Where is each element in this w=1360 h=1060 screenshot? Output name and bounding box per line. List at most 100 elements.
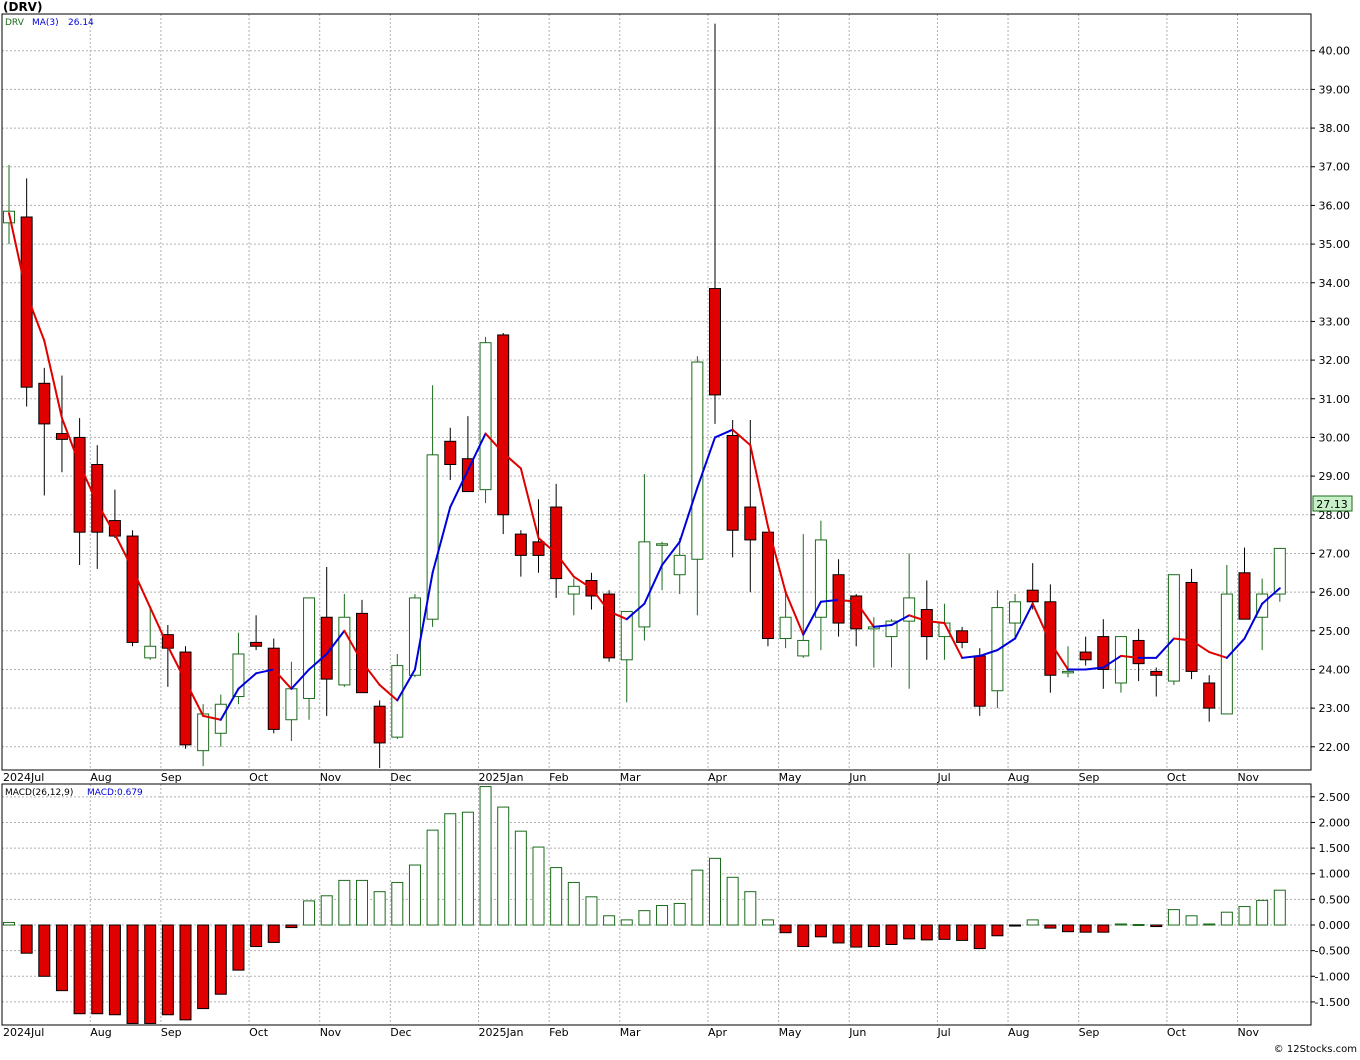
candle-body xyxy=(55,433,68,440)
candle-body xyxy=(726,435,739,531)
price-panel-frame xyxy=(1,13,1312,771)
macd-bar xyxy=(1185,915,1198,926)
candle-body xyxy=(920,609,933,638)
price-tick-label: 35.00 xyxy=(1319,238,1351,251)
macd-x-tick-label: Nov xyxy=(1238,1026,1260,1039)
macd-tick-label: 0.500 xyxy=(1319,893,1351,906)
macd-bar xyxy=(1026,919,1039,926)
macd-bar xyxy=(832,924,845,944)
candle xyxy=(867,617,880,668)
price-x-tick-label: Apr xyxy=(708,771,728,784)
candle xyxy=(179,646,192,749)
price-tick-label: 30.00 xyxy=(1319,431,1351,444)
macd-legend-label: MACD(26,12,9) xyxy=(5,788,73,798)
macd-bar xyxy=(338,879,351,926)
price-tick-label: 26.00 xyxy=(1319,586,1351,599)
price-tick-label: 38.00 xyxy=(1319,122,1351,135)
candle xyxy=(885,619,898,668)
candle-body xyxy=(38,382,51,425)
candle-body xyxy=(567,585,580,595)
candle-body xyxy=(691,361,704,560)
ma-segment xyxy=(802,600,822,636)
macd-x-tick-label: Oct xyxy=(249,1026,269,1039)
price-x-tick-label: 2025Jan xyxy=(479,771,524,784)
macd-bar xyxy=(444,813,457,926)
macd-bar xyxy=(1114,923,1127,926)
macd-x-tick-label: Jul xyxy=(936,1026,950,1039)
candle xyxy=(338,594,351,687)
price-x-tick-label: Sep xyxy=(1079,771,1100,784)
candle xyxy=(73,418,86,566)
macd-bar xyxy=(479,786,492,926)
price-tick-label: 33.00 xyxy=(1319,315,1351,328)
candle xyxy=(797,534,810,658)
candle-body xyxy=(1079,651,1092,661)
price-x-tick-label: 2024Jul xyxy=(3,771,44,784)
candle xyxy=(91,445,104,569)
macd-bar xyxy=(1167,909,1180,926)
candle xyxy=(55,375,68,473)
macd-bar xyxy=(1097,924,1110,933)
macd-bar xyxy=(744,891,757,926)
macd-bar xyxy=(126,924,139,1024)
macd-bar xyxy=(285,924,298,929)
candle-body xyxy=(1150,670,1163,676)
macd-bar xyxy=(232,924,245,971)
candle xyxy=(1044,584,1057,693)
macd-bar xyxy=(267,924,280,943)
candles xyxy=(3,23,1286,769)
candle-body xyxy=(479,342,492,491)
candle xyxy=(1114,636,1127,693)
macd-bar xyxy=(303,900,316,926)
ma-segment xyxy=(519,467,540,539)
macd-tick-label: 1.000 xyxy=(1319,868,1351,881)
price-x-tick-label: Nov xyxy=(320,771,342,784)
candle xyxy=(603,590,616,662)
macd-bar xyxy=(779,924,792,934)
macd-x-tick-label: Sep xyxy=(1079,1026,1100,1039)
candle-body xyxy=(761,531,774,640)
macd-bar xyxy=(73,924,86,1015)
macd-bar xyxy=(991,924,1004,937)
candle-body xyxy=(638,541,651,628)
macd-bar xyxy=(250,924,263,948)
macd-bar xyxy=(532,846,545,926)
price-x-tick-label: Mar xyxy=(620,771,641,784)
candle-body xyxy=(144,645,157,659)
candle xyxy=(726,420,739,558)
watermark: © 12Stocks.com xyxy=(1274,1044,1357,1055)
macd-bar xyxy=(938,924,951,940)
macd-bar xyxy=(656,905,669,926)
macd-bar xyxy=(903,924,916,940)
candle xyxy=(250,615,263,651)
candle xyxy=(832,559,845,637)
macd-x-tick-label: Apr xyxy=(708,1026,728,1039)
candle xyxy=(1203,675,1216,722)
price-x-tick-label: Jul xyxy=(936,771,950,784)
candle-body xyxy=(656,543,669,546)
candle-body xyxy=(1026,589,1039,603)
axis-labels: 22.0023.0024.0025.0026.0027.0028.0029.00… xyxy=(3,45,1350,1039)
macd-bar xyxy=(108,924,121,1016)
candle xyxy=(197,704,210,767)
macd-bar xyxy=(144,924,157,1024)
macd-bar xyxy=(850,924,863,948)
candle-body xyxy=(285,688,298,721)
price-tick-label: 31.00 xyxy=(1319,393,1351,406)
candle xyxy=(1132,628,1145,682)
macd-x-tick-label: Aug xyxy=(1008,1026,1029,1039)
candle-body xyxy=(179,651,192,746)
price-x-tick-label: Aug xyxy=(1008,771,1029,784)
candle-body xyxy=(797,639,810,657)
candle xyxy=(285,661,298,741)
price-x-tick-label: Nov xyxy=(1238,771,1260,784)
candle-body xyxy=(1238,572,1251,620)
price-x-tick-label: Aug xyxy=(90,771,111,784)
price-tick-label: 27.00 xyxy=(1319,547,1351,560)
macd-bar xyxy=(550,867,563,926)
candle xyxy=(1097,619,1110,689)
candle xyxy=(709,23,721,424)
macd-bar xyxy=(603,915,616,926)
candle-body xyxy=(1185,581,1198,672)
price-tick-label: 32.00 xyxy=(1319,354,1351,367)
